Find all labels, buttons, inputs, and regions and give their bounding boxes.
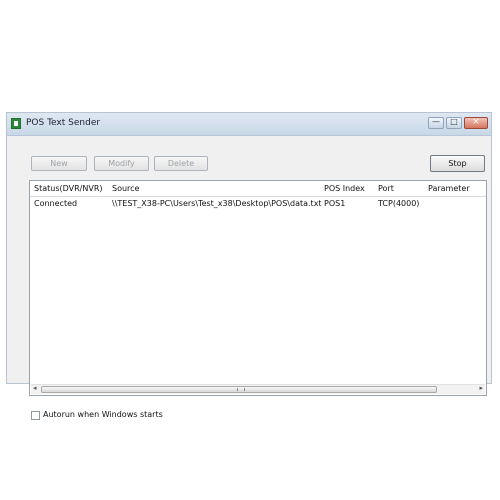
column-header-parameter[interactable]: Parameter [428, 184, 470, 193]
scrollbar-thumb[interactable] [41, 386, 437, 393]
scroll-grip-icon [237, 388, 245, 391]
delete-button[interactable]: Delete [154, 156, 208, 171]
pos-text-sender-window: POS Text Sender — □ × New Modify Delete … [6, 112, 492, 420]
title-bar[interactable]: POS Text Sender — □ × [7, 113, 491, 136]
close-button[interactable]: × [464, 117, 488, 129]
autorun-checkbox[interactable] [31, 411, 40, 420]
pos-index-cell: POS1 [324, 199, 346, 208]
scroll-right-icon[interactable]: ▸ [479, 384, 483, 392]
app-icon [11, 118, 21, 129]
status-cell: Connected [34, 199, 78, 208]
minimize-button[interactable]: — [428, 117, 444, 129]
modify-button[interactable]: Modify [94, 156, 149, 171]
minimize-icon: — [432, 117, 440, 126]
window-title: POS Text Sender [26, 118, 101, 128]
column-header-pos-index[interactable]: POS Index [324, 184, 365, 193]
table-row[interactable]: Connected \\TEST_X38-PC\Users\Test_x38\D… [30, 196, 486, 210]
list-header: Status(DVR/NVR) Source POS Index Port Pa… [30, 181, 486, 197]
column-header-port[interactable]: Port [378, 184, 394, 193]
stop-button[interactable]: Stop [430, 155, 485, 172]
pos-list-view[interactable]: Status(DVR/NVR) Source POS Index Port Pa… [29, 180, 487, 396]
horizontal-scrollbar[interactable]: ◂ ▸ [31, 384, 485, 394]
source-cell: \\TEST_X38-PC\Users\Test_x38\Desktop\POS… [112, 199, 322, 208]
maximize-button[interactable]: □ [446, 117, 462, 129]
port-cell: TCP(4000) [378, 199, 420, 208]
column-header-status[interactable]: Status(DVR/NVR) [34, 184, 103, 193]
scroll-left-icon[interactable]: ◂ [33, 384, 37, 392]
autorun-label: Autorun when Windows starts [43, 410, 163, 419]
new-button[interactable]: New [31, 156, 87, 171]
maximize-icon: □ [450, 117, 458, 126]
close-icon: × [472, 117, 480, 127]
column-header-source[interactable]: Source [112, 184, 139, 193]
